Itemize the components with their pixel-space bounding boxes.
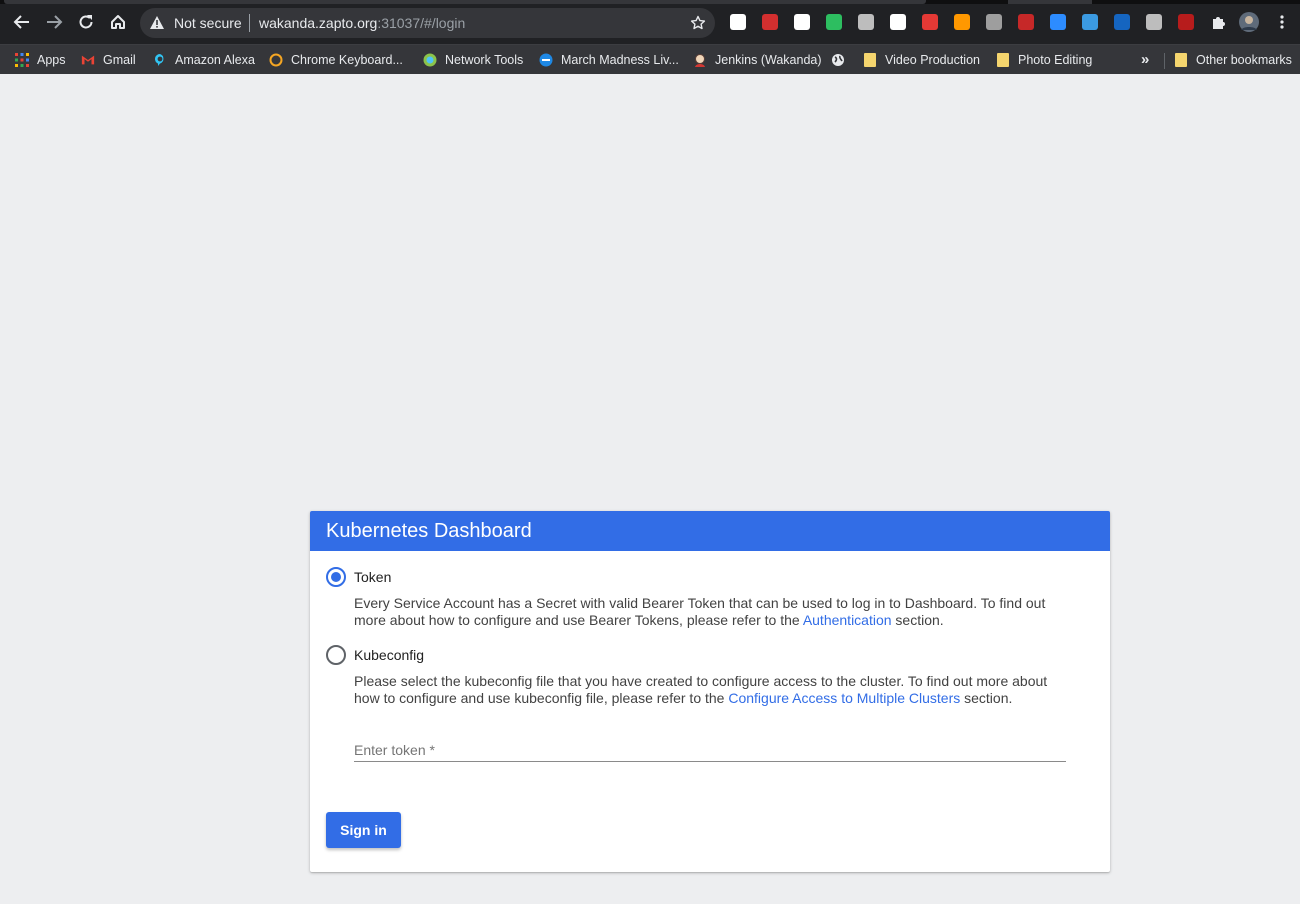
extension-icon[interactable] [1018,14,1034,30]
bookmark-gmail[interactable]: Gmail [81,45,136,75]
chrome-menu-button[interactable] [1270,10,1294,34]
puzzle-icon [1213,17,1225,29]
avatar [1239,12,1259,32]
extension-icon[interactable] [1178,14,1194,30]
globe-icon [423,53,437,67]
bookmark-video-production[interactable]: Video Production [863,45,980,75]
bookmark-march-madness[interactable]: March Madness Liv... [539,45,679,75]
bookmarks-overflow-button[interactable]: » [1141,51,1149,68]
bookmark-label: Gmail [103,53,136,67]
reload-icon [79,15,93,29]
more-vert-icon [1280,15,1284,29]
url-host: wakanda.zapto.org [259,15,378,31]
bookmark-amazon-alexa[interactable]: Amazon Alexa [153,45,255,75]
home-icon [111,15,125,29]
warning-icon[interactable] [149,15,165,35]
token-description: Every Service Account has a Secret with … [354,595,1054,629]
arrow-right-icon [47,15,63,29]
bookmarks-divider [1164,53,1165,69]
kubeconfig-description: Please select the kubeconfig file that y… [354,673,1054,707]
extension-icon[interactable] [794,14,810,30]
extension-icon[interactable] [922,14,938,30]
login-card-header: Kubernetes Dashboard [310,511,1110,551]
page-title: Kubernetes Dashboard [326,519,532,542]
extension-icon[interactable] [1146,14,1162,30]
globe-icon [832,54,844,66]
folder-icon [864,53,876,67]
home-button[interactable] [106,10,130,34]
gmail-icon [81,55,95,65]
omnibox-divider [249,14,250,32]
browser-toolbar: Not secure wakanda.zapto.org:31037/#/log… [0,0,1300,44]
bookmarks-bar: Apps Gmail Amazon Alexa Chrome Keyboard.… [0,44,1300,74]
token-input[interactable] [354,738,1066,762]
extension-icon[interactable] [1114,14,1130,30]
bookmark-label: Video Production [885,53,980,67]
tab-strip [0,0,1300,4]
security-label[interactable]: Not secure [174,15,242,31]
authentication-link[interactable]: Authentication [803,612,892,628]
kubeconfig-option-label[interactable]: Kubeconfig [354,647,424,663]
bookmark-other-bookmarks[interactable]: Other bookmarks [1174,45,1292,75]
bookmark-label: Amazon Alexa [175,53,255,67]
extension-icon[interactable] [730,14,746,30]
bookmark-label: Other bookmarks [1196,53,1292,67]
login-card: Kubernetes Dashboard Token Every Service… [310,511,1110,872]
address-bar[interactable]: Not secure wakanda.zapto.org:31037/#/log… [140,8,715,38]
token-radio[interactable] [326,567,346,587]
ncaa-icon [539,53,553,67]
folder-icon [997,53,1009,67]
extension-icon[interactable] [826,14,842,30]
reload-button[interactable] [74,10,98,34]
extension-icon[interactable] [986,14,1002,30]
kubeconfig-radio[interactable] [326,645,346,665]
bookmark-label: Photo Editing [1018,53,1093,67]
url-path: :31037/#/login [377,15,466,31]
configure-access-link[interactable]: Configure Access to Multiple Clusters [728,690,960,706]
forward-button[interactable] [42,10,66,34]
active-tab[interactable] [4,0,926,4]
extension-icon[interactable] [954,14,970,30]
back-button[interactable] [10,10,34,34]
arrow-left-icon [13,15,29,29]
bookmark-star-icon[interactable] [690,15,706,36]
browser-tab[interactable] [1008,0,1092,4]
folder-icon [1175,53,1187,67]
bookmark-label: March Madness Liv... [561,53,679,67]
bookmark-label: Jenkins (Wakanda) [715,53,822,67]
chrome-keyboard-icon [269,53,283,67]
bookmark-globe[interactable] [831,45,853,75]
bookmark-jenkins[interactable]: Jenkins (Wakanda) [693,45,822,75]
profile-avatar[interactable] [1237,10,1261,34]
token-option-label[interactable]: Token [354,569,391,585]
bookmark-label: Chrome Keyboard... [291,53,403,67]
extensions-button[interactable] [1206,10,1230,34]
extension-icon[interactable] [1050,14,1066,30]
extension-icon[interactable] [858,14,874,30]
token-description-suffix: section. [891,612,944,628]
alexa-icon [154,53,164,66]
extension-icon[interactable] [1082,14,1098,30]
extension-icon[interactable] [890,14,906,30]
bookmark-apps[interactable]: Apps [15,45,66,75]
bookmark-label: Apps [37,53,66,67]
bookmark-photo-editing[interactable]: Photo Editing [996,45,1092,75]
extension-icon[interactable] [762,14,778,30]
bookmark-label: Network Tools [445,53,524,67]
sign-in-button[interactable]: Sign in [326,812,401,848]
jenkins-icon [695,54,705,67]
url-text[interactable]: wakanda.zapto.org:31037/#/login [259,15,465,31]
apps-grid-icon [15,53,29,67]
bookmark-chrome-keyboard[interactable]: Chrome Keyboard... [269,45,403,75]
kubeconfig-description-suffix: section. [960,690,1013,706]
bookmark-network-tools[interactable]: Network Tools [423,45,523,75]
